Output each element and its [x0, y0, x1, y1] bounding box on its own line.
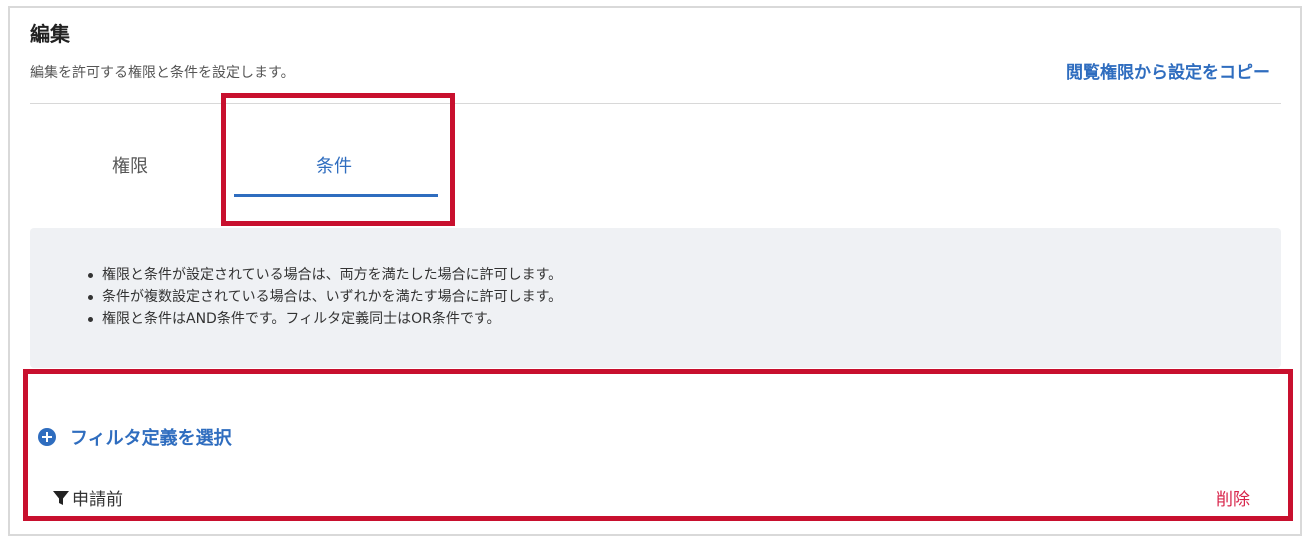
copy-from-view-permission-link[interactable]: 閲覧権限から設定をコピー — [1066, 58, 1270, 83]
panel-title: 編集 — [30, 22, 70, 46]
delete-filter-button[interactable]: 削除 — [1216, 485, 1250, 510]
panel-subtitle: 編集を許可する権限と条件を設定します。 — [30, 65, 295, 81]
info-list: 権限と条件が設定されている場合は、両方を満たした場合に許可します。 条件が複数設… — [88, 264, 562, 330]
active-tab-indicator — [234, 194, 438, 197]
tab-permission[interactable]: 権限 — [112, 152, 148, 178]
filter-item: 申請前 — [52, 485, 123, 510]
header-divider — [30, 103, 1281, 104]
plus-circle-icon — [38, 428, 56, 446]
info-box: 権限と条件が設定されている場合は、両方を満たした場合に許可します。 条件が複数設… — [30, 228, 1281, 368]
info-item: 権限と条件はAND条件です。フィルタ定義同士はOR条件です。 — [88, 308, 562, 330]
filter-name: 申請前 — [72, 490, 123, 510]
select-filter-label: フィルタ定義を選択 — [70, 428, 232, 449]
info-item: 条件が複数設定されている場合は、いずれかを満たす場合に許可します。 — [88, 286, 562, 308]
select-filter-definition-button[interactable]: フィルタ定義を選択 — [38, 424, 232, 450]
funnel-icon — [53, 490, 69, 505]
info-item: 権限と条件が設定されている場合は、両方を満たした場合に許可します。 — [88, 264, 562, 286]
tab-condition[interactable]: 条件 — [316, 152, 352, 178]
